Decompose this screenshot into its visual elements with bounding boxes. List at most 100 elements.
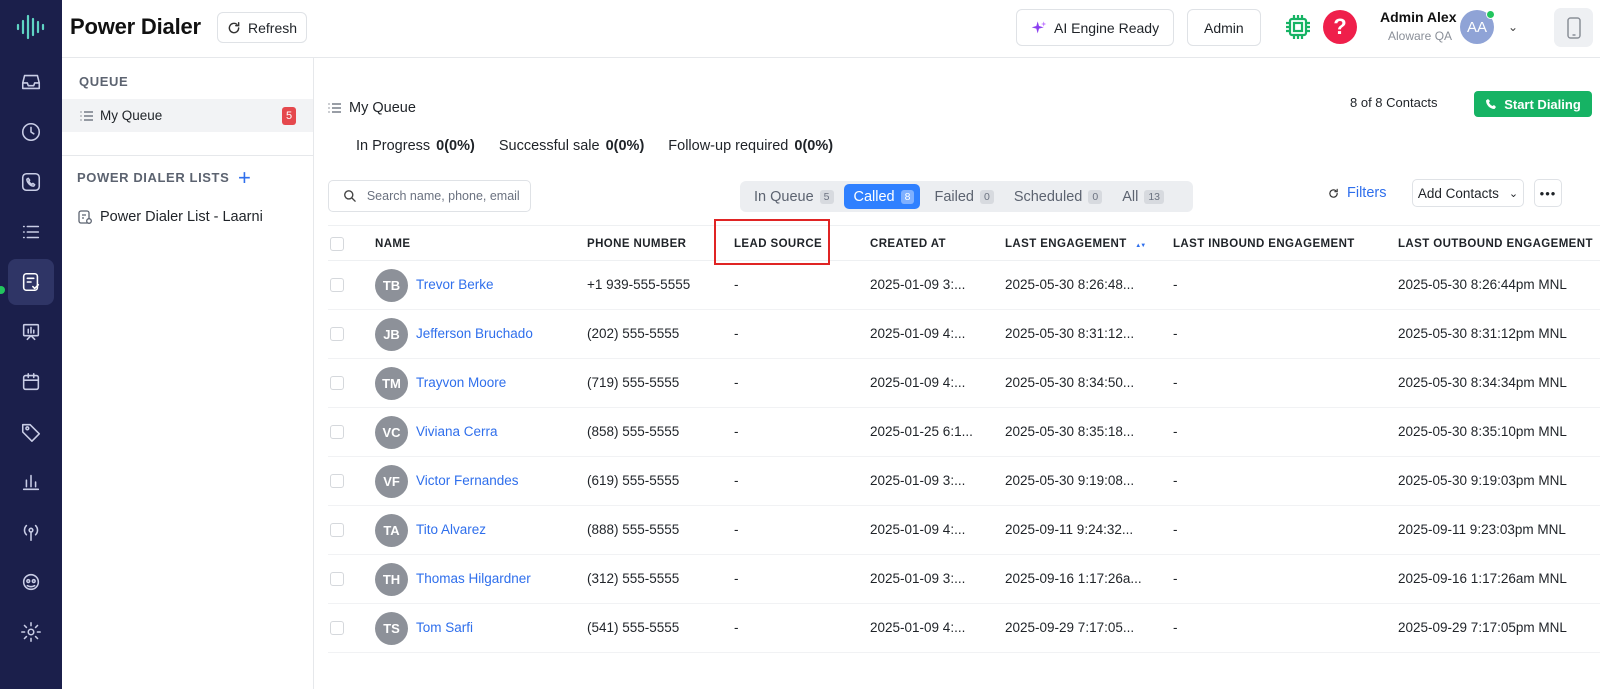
cell-created-at: 2025-01-09 4:...: [870, 326, 966, 341]
cell-last-engagement: 2025-05-30 8:35:18...: [1005, 424, 1135, 439]
table-row[interactable]: JB Jefferson Bruchado (202) 555-5555 - 2025-…: [328, 310, 1600, 359]
contact-name-link[interactable]: Trevor Berke: [416, 277, 494, 292]
tab-failed[interactable]: Failed 0: [924, 184, 999, 209]
rail-presentation-icon[interactable]: [8, 309, 54, 355]
row-checkbox[interactable]: [330, 621, 344, 635]
admin-button[interactable]: Admin: [1187, 9, 1261, 46]
more-options-button[interactable]: •••: [1534, 179, 1562, 207]
tab-scheduled[interactable]: Scheduled 0: [1004, 184, 1108, 209]
rail-tag-icon[interactable]: [8, 409, 54, 455]
cell-last-engagement: 2025-05-30 8:26:48...: [1005, 277, 1135, 292]
chip-icon[interactable]: [1284, 13, 1312, 41]
search-box: [328, 180, 531, 212]
col-last-inbound[interactable]: LAST INBOUND ENGAGEMENT: [1173, 238, 1355, 250]
col-last-engagement[interactable]: LAST ENGAGEMENT ▲▼: [1005, 238, 1146, 250]
tab-in-queue[interactable]: In Queue 5: [744, 184, 840, 209]
sidebar-item-power-dialer-list[interactable]: Power Dialer List - Laarni: [78, 209, 263, 225]
col-phone[interactable]: PHONE NUMBER: [587, 238, 686, 250]
tab-all[interactable]: All 13: [1112, 184, 1170, 209]
add-contacts-dropdown[interactable]: Add Contacts ⌄: [1412, 179, 1524, 207]
cell-phone: +1 939-555-5555: [587, 277, 691, 292]
sidebar-item-my-queue[interactable]: My Queue 5: [62, 99, 313, 132]
cell-last-outbound: 2025-05-30 8:31:12pm MNL: [1398, 326, 1567, 341]
rail-broadcast-icon[interactable]: [8, 509, 54, 555]
start-dialing-label: Start Dialing: [1504, 96, 1581, 112]
list-item-label: Power Dialer List - Laarni: [100, 209, 263, 225]
cell-last-inbound: -: [1173, 522, 1178, 537]
table-row[interactable]: TH Thomas Hilgardner (312) 555-5555 - 2025-0…: [328, 555, 1600, 604]
rail-settings-icon[interactable]: [8, 609, 54, 655]
table-row[interactable]: TM Trayvon Moore (719) 555-5555 - 2025-01-09…: [328, 359, 1600, 408]
rail-list-icon[interactable]: [8, 209, 54, 255]
contact-name-link[interactable]: Thomas Hilgardner: [416, 571, 531, 586]
cell-created-at: 2025-01-09 4:...: [870, 522, 966, 537]
row-checkbox[interactable]: [330, 278, 344, 292]
sparkle-icon: [1031, 20, 1047, 33]
contact-avatar: VF: [375, 465, 408, 498]
table-row[interactable]: TB Trevor Berke +1 939-555-5555 - 2025-01-09…: [328, 261, 1600, 310]
table-row[interactable]: TS Tom Sarfi (541) 555-5555 - 2025-01-09 4:.…: [328, 604, 1600, 653]
contact-name-link[interactable]: Tom Sarfi: [416, 620, 473, 635]
contact-avatar: TA: [375, 514, 408, 547]
cell-last-engagement: 2025-05-30 9:19:08...: [1005, 473, 1135, 488]
refresh-icon: [1329, 188, 1338, 198]
rail-power-dialer-icon[interactable]: [8, 259, 54, 305]
ai-engine-button[interactable]: AI Engine Ready: [1016, 9, 1175, 46]
user-name[interactable]: Admin Alex: [1380, 9, 1457, 25]
rail-calendar-icon[interactable]: [8, 359, 54, 405]
cell-created-at: 2025-01-09 4:...: [870, 375, 966, 390]
cell-last-outbound: 2025-05-30 8:34:34pm MNL: [1398, 375, 1567, 390]
cell-lead-source: -: [734, 424, 739, 439]
table-row[interactable]: VF Victor Fernandes (619) 555-5555 - 2025-01…: [328, 457, 1600, 506]
filters-button[interactable]: Filters: [1328, 185, 1386, 201]
cell-last-engagement: 2025-05-30 8:31:12...: [1005, 326, 1135, 341]
refresh-button[interactable]: Refresh: [217, 12, 308, 43]
contact-avatar: TS: [375, 612, 408, 645]
cell-lead-source: -: [734, 277, 739, 292]
chevron-down-icon[interactable]: ⌄: [1508, 20, 1518, 34]
col-lead-source[interactable]: LEAD SOURCE: [734, 238, 822, 250]
cell-phone: (202) 555-5555: [587, 326, 680, 341]
col-created-at[interactable]: CREATED AT: [870, 238, 946, 250]
cell-phone: (619) 555-5555: [587, 473, 680, 488]
row-checkbox[interactable]: [330, 572, 344, 586]
rail-inbox-icon[interactable]: [8, 59, 54, 105]
select-all-checkbox[interactable]: [330, 237, 344, 251]
cell-last-outbound: 2025-05-30 9:19:03pm MNL: [1398, 473, 1567, 488]
contact-name-link[interactable]: Trayvon Moore: [416, 375, 506, 390]
rail-integrations-icon[interactable]: [8, 559, 54, 605]
help-icon[interactable]: ?: [1323, 10, 1357, 44]
contact-name-link[interactable]: Jefferson Bruchado: [416, 326, 533, 341]
phone-icon: [1486, 99, 1497, 109]
cell-created-at: 2025-01-09 3:...: [870, 277, 966, 292]
queue-section-label: QUEUE: [79, 74, 129, 89]
col-name[interactable]: NAME: [375, 238, 410, 250]
start-dialing-button[interactable]: Start Dialing: [1474, 91, 1592, 117]
contact-name-link[interactable]: Victor Fernandes: [416, 473, 519, 488]
rail-history-icon[interactable]: [8, 109, 54, 155]
add-list-button[interactable]: +: [238, 166, 251, 190]
contact-name-link[interactable]: Tito Alvarez: [416, 522, 486, 537]
col-last-outbound[interactable]: LAST OUTBOUND ENGAGEMENT: [1398, 238, 1593, 250]
row-checkbox[interactable]: [330, 425, 344, 439]
sort-icon[interactable]: ▲▼: [1135, 243, 1146, 249]
row-checkbox[interactable]: [330, 376, 344, 390]
rail-reports-icon[interactable]: [8, 459, 54, 505]
cell-last-inbound: -: [1173, 326, 1178, 341]
cell-last-inbound: -: [1173, 473, 1178, 488]
row-checkbox[interactable]: [330, 327, 344, 341]
row-checkbox[interactable]: [330, 523, 344, 537]
contact-name-link[interactable]: Viviana Cerra: [416, 424, 498, 439]
my-queue-count-badge: 5: [282, 107, 296, 125]
tab-called[interactable]: Called 8: [843, 184, 921, 209]
search-input[interactable]: [366, 189, 530, 203]
cell-lead-source: -: [734, 375, 739, 390]
softphone-button[interactable]: [1554, 8, 1593, 47]
row-checkbox[interactable]: [330, 474, 344, 488]
contact-avatar: TH: [375, 563, 408, 596]
table-row[interactable]: VC Viviana Cerra (858) 555-5555 - 2025-01-25…: [328, 408, 1600, 457]
rail-phone-icon[interactable]: [8, 159, 54, 205]
table-row[interactable]: TA Tito Alvarez (888) 555-5555 - 2025-01-09 …: [328, 506, 1600, 555]
cell-lead-source: -: [734, 571, 739, 586]
cell-last-outbound: 2025-09-16 1:17:26am MNL: [1398, 571, 1567, 586]
